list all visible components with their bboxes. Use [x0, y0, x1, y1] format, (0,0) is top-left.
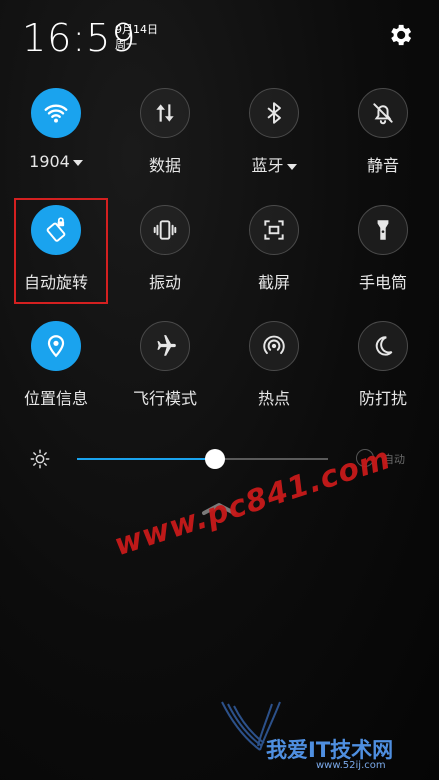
- tile-flashlight[interactable]: 手电筒: [332, 205, 432, 305]
- status-bar: 16:59 9月14日 周一: [0, 0, 439, 70]
- data-label: 数据: [148, 156, 181, 175]
- logo-url: www.52ij.com: [316, 760, 386, 771]
- chevron-down-icon[interactable]: [72, 159, 83, 166]
- tile-vibrate[interactable]: 振动: [114, 205, 214, 305]
- screenshot-toggle[interactable]: [249, 205, 299, 255]
- screenshot-icon: [264, 220, 284, 240]
- do-not-disturb-label: 防打扰: [358, 389, 407, 408]
- tile-mute[interactable]: 静音: [332, 88, 432, 188]
- tile-airplane[interactable]: 飞行模式: [114, 321, 214, 421]
- vibrate-toggle[interactable]: [140, 205, 190, 255]
- airplane-icon: [157, 335, 176, 356]
- tile-bluetooth[interactable]: 蓝牙: [223, 88, 323, 188]
- airplane-toggle[interactable]: [140, 321, 190, 371]
- wifi-toggle[interactable]: [31, 88, 81, 138]
- weekday-text: 周一: [115, 38, 137, 51]
- tile-label: 1904: [5, 152, 107, 171]
- brightness-slider[interactable]: [77, 449, 328, 469]
- location-toggle[interactable]: [31, 321, 81, 371]
- location-icon: [47, 335, 65, 358]
- chevron-down-icon[interactable]: [286, 163, 297, 170]
- hotspot-toggle[interactable]: [249, 321, 299, 371]
- brightness-thumb[interactable]: [205, 449, 226, 469]
- hotspot-label: 热点: [257, 389, 290, 408]
- bluetooth-icon: [267, 102, 281, 124]
- brightness-fill: [77, 458, 216, 460]
- date-text: 9月14日: [115, 23, 158, 36]
- moon-icon: [375, 336, 393, 356]
- tile-location[interactable]: 位置信息: [5, 321, 105, 421]
- tile-screenshot[interactable]: 截屏: [223, 205, 323, 305]
- bluetooth-toggle[interactable]: [249, 88, 299, 138]
- hotspot-icon: [263, 335, 285, 355]
- tile-wifi[interactable]: 1904: [5, 88, 105, 188]
- wifi-label: 1904: [29, 152, 70, 171]
- mute-toggle[interactable]: [358, 88, 408, 138]
- mute-icon: [373, 103, 393, 125]
- data-icon: [156, 104, 174, 122]
- gear-icon[interactable]: [386, 21, 414, 49]
- tile-data[interactable]: 数据: [114, 88, 214, 188]
- vibrate-icon: [153, 220, 177, 240]
- mute-label: 静音: [366, 156, 399, 175]
- brightness-icon: [30, 449, 50, 469]
- date-block: 9月14日 周一: [115, 22, 158, 52]
- screenshot-label: 截屏: [257, 273, 290, 292]
- highlight-box: [14, 198, 108, 304]
- bluetooth-label: 蓝牙: [251, 156, 284, 175]
- tile-hotspot[interactable]: 热点: [223, 321, 323, 421]
- tile-do-not-disturb[interactable]: 防打扰: [332, 321, 432, 421]
- flashlight-label: 手电筒: [358, 273, 407, 292]
- tile-label: 蓝牙: [223, 152, 325, 176]
- flashlight-icon: [377, 220, 389, 240]
- do-not-disturb-toggle[interactable]: [358, 321, 408, 371]
- vibrate-label: 振动: [148, 273, 181, 292]
- wifi-icon: [44, 104, 68, 123]
- airplane-label: 飞行模式: [132, 389, 197, 408]
- flashlight-toggle[interactable]: [358, 205, 408, 255]
- location-label: 位置信息: [23, 389, 88, 408]
- data-toggle[interactable]: [140, 88, 190, 138]
